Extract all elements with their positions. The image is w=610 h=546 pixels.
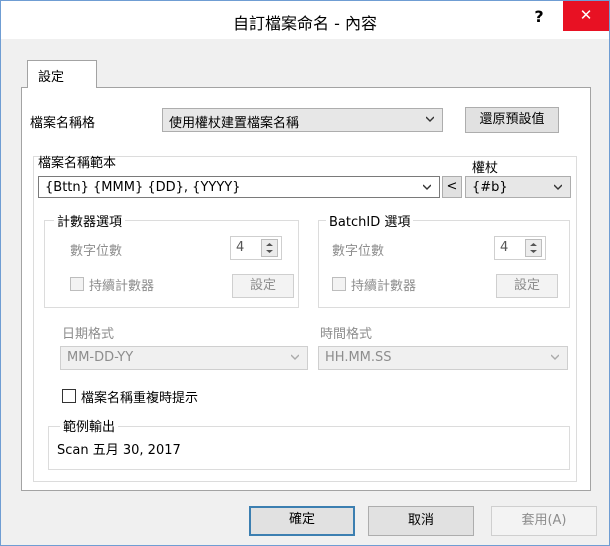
chevron-down-icon — [551, 354, 559, 360]
close-button[interactable]: ✕ — [563, 1, 609, 31]
filename-format-label: 檔案名稱格 — [30, 116, 96, 131]
template-label: 檔案名稱範本 — [38, 156, 117, 171]
batchid-persist-label: 持續計數器 — [351, 279, 417, 294]
apply-button[interactable]: 套用(A) — [491, 506, 597, 536]
spin-arrows-icon[interactable] — [261, 239, 278, 257]
counter-digits-label: 數字位數 — [70, 244, 123, 259]
batchid-persist-checkbox[interactable] — [332, 277, 346, 291]
filename-format-select[interactable]: 使用權杖建置檔案名稱 — [162, 108, 443, 132]
date-format-label: 日期格式 — [62, 327, 115, 342]
batchid-options-title: BatchID 選項 — [326, 211, 414, 230]
counter-digits-stepper[interactable]: 4 — [230, 236, 282, 260]
ok-button[interactable]: 確定 — [249, 506, 355, 536]
spin-arrows-icon[interactable] — [525, 239, 542, 257]
reset-defaults-button[interactable]: 還原預設值 — [465, 107, 559, 133]
chevron-down-icon — [426, 116, 434, 122]
date-format-select[interactable]: MM-DD-YY — [60, 346, 308, 370]
token-value: {#b} — [472, 180, 508, 195]
counter-options-title: 計數器選項 — [54, 211, 126, 230]
tab-settings[interactable]: 設定 — [27, 60, 97, 88]
token-label: 權杖 — [472, 161, 499, 176]
counter-settings-button[interactable]: 設定 — [232, 274, 294, 298]
template-input[interactable]: {Bttn} {MMM} {DD}, {YYYY} — [38, 176, 440, 198]
date-format-value: MM-DD-YY — [67, 350, 134, 365]
counter-persist-label: 持續計數器 — [89, 279, 155, 294]
time-format-select[interactable]: HH.MM.SS — [318, 346, 568, 370]
dialog-window: 自訂檔案命名 - 內容 ? ✕ 設定 檔案名稱格 使用權杖建置檔案名稱 還原預設… — [0, 0, 610, 546]
sample-output-title: 範例輸出 — [60, 416, 119, 435]
window-title: 自訂檔案命名 - 內容 — [233, 14, 377, 33]
sample-output-value: Scan 五月 30, 2017 — [57, 443, 181, 458]
chevron-down-icon — [423, 184, 431, 190]
batchid-digits-value: 4 — [500, 240, 509, 255]
time-format-label: 時間格式 — [320, 327, 373, 342]
batchid-settings-button[interactable]: 設定 — [496, 274, 558, 298]
time-format-value: HH.MM.SS — [325, 350, 392, 365]
token-select[interactable]: {#b} — [465, 176, 571, 198]
counter-persist-checkbox[interactable] — [70, 277, 84, 291]
filename-format-value: 使用權杖建置檔案名稱 — [169, 116, 300, 131]
help-button[interactable]: ? — [528, 5, 550, 29]
chevron-down-icon — [554, 184, 562, 190]
template-value: {Bttn} {MMM} {DD}, {YYYY} — [45, 180, 241, 195]
batchid-digits-label: 數字位數 — [332, 244, 385, 259]
counter-digits-value: 4 — [236, 240, 245, 255]
insert-token-button[interactable]: < — [442, 176, 462, 198]
duplicate-prompt-label: 檔案名稱重複時提示 — [81, 391, 199, 406]
close-icon: ✕ — [579, 6, 593, 24]
title-bar: 自訂檔案命名 - 內容 ? ✕ — [1, 1, 609, 39]
cancel-button[interactable]: 取消 — [368, 506, 474, 536]
settings-panel: 檔案名稱格 使用權杖建置檔案名稱 還原預設值 檔案名稱範本 權杖 {Bttn} … — [21, 87, 591, 491]
chevron-down-icon — [291, 354, 299, 360]
duplicate-prompt-checkbox[interactable] — [62, 389, 76, 403]
batchid-digits-stepper[interactable]: 4 — [494, 236, 546, 260]
